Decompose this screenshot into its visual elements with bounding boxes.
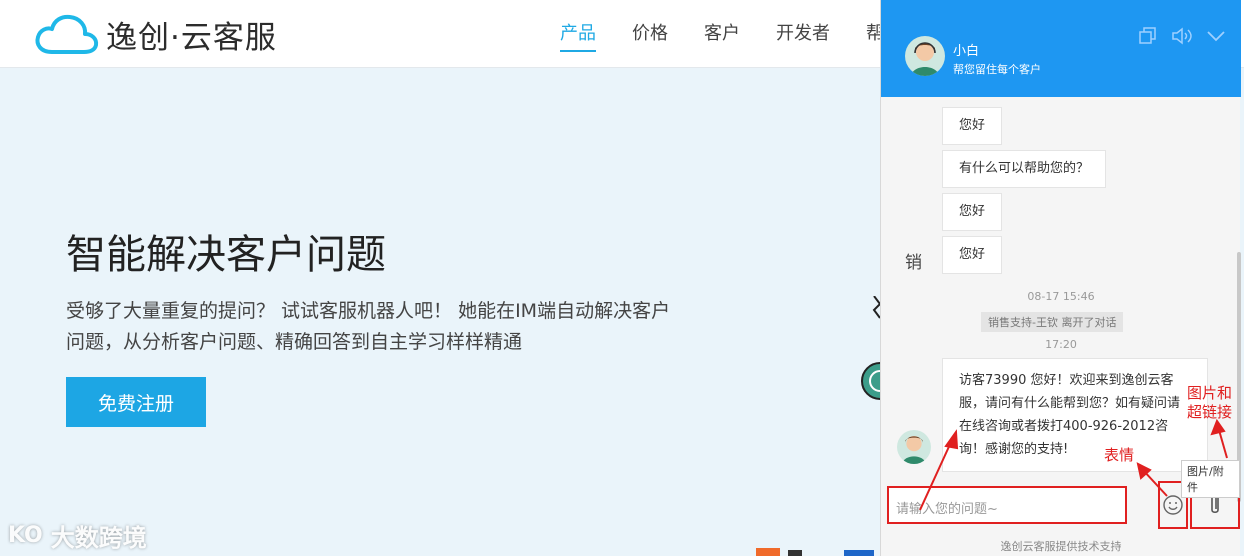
hero-title: 智能解决客户问题 [66, 232, 386, 278]
powered-by: 逸创云客服提供技术支持 [1000, 540, 1122, 553]
header-controls [1125, 26, 1227, 46]
emoji-annotation: 表情 [1104, 446, 1135, 464]
cloud-logo-icon [35, 14, 99, 54]
side-label: 销 [905, 253, 922, 273]
robot-illustration-edge [861, 296, 882, 400]
agent-avatar [905, 36, 945, 76]
speaker-icon[interactable] [1171, 26, 1193, 46]
message-timestamp: 08-17 15:46 [1027, 290, 1095, 303]
main-nav: 产品 价格 客户 开发者 帮 [560, 22, 920, 52]
chat-message: 有什么可以帮助您的？ [942, 150, 1107, 188]
chat-message: 您好 [942, 193, 1003, 231]
nav-item-product[interactable]: 产品 [560, 22, 596, 52]
partner-logos-edge [756, 548, 874, 556]
chat-message-input[interactable]: 请输入您的问题~ [887, 486, 1127, 524]
welcome-message: 访客73990 您好！欢迎来到逸创云客服，请问有什么能帮到您？如有疑问请在线咨询… [942, 358, 1208, 472]
watermark-logo: KO [8, 523, 43, 548]
nav-item-pricing[interactable]: 价格 [632, 22, 668, 52]
attach-annotation: 图片和超链接 [1187, 384, 1233, 421]
attach-tooltip: 图片/附件 [1181, 460, 1240, 498]
agent-tagline: 帮您留住每个客户 [953, 63, 1041, 76]
nav-item-developers[interactable]: 开发者 [776, 22, 830, 52]
chat-message: 您好 [942, 107, 1003, 145]
free-signup-button[interactable]: 免费注册 [66, 377, 206, 427]
watermark-text: 大数跨境 [50, 524, 147, 552]
watermark: KO 大数跨境 [8, 518, 147, 553]
agent-name: 小白 [953, 44, 980, 59]
system-notice: 销售支持-王钦 离开了对话 [981, 312, 1124, 332]
message-timestamp: 17:20 [1045, 338, 1077, 351]
chevron-down-icon[interactable] [1205, 26, 1227, 46]
logo-text: 逸创·云客服 [106, 20, 277, 56]
hero-description: 受够了大量重复的提问？ 试试客服机器人吧！ 她能在IM端自动解决客户问题，从分析… [66, 300, 671, 353]
chat-header: 小白 帮您留住每个客户 [881, 0, 1241, 97]
agent-message-avatar [897, 430, 931, 464]
nav-item-customers[interactable]: 客户 [704, 22, 740, 52]
window-icon[interactable] [1137, 26, 1159, 46]
chat-message: 您好 [942, 236, 1003, 274]
site-logo[interactable]: 逸创·云客服 [34, 12, 277, 57]
chat-widget: 小白 帮您留住每个客户 销 您好 有什么可以帮助您的？ 您好 您好 08-17 … [880, 0, 1241, 556]
